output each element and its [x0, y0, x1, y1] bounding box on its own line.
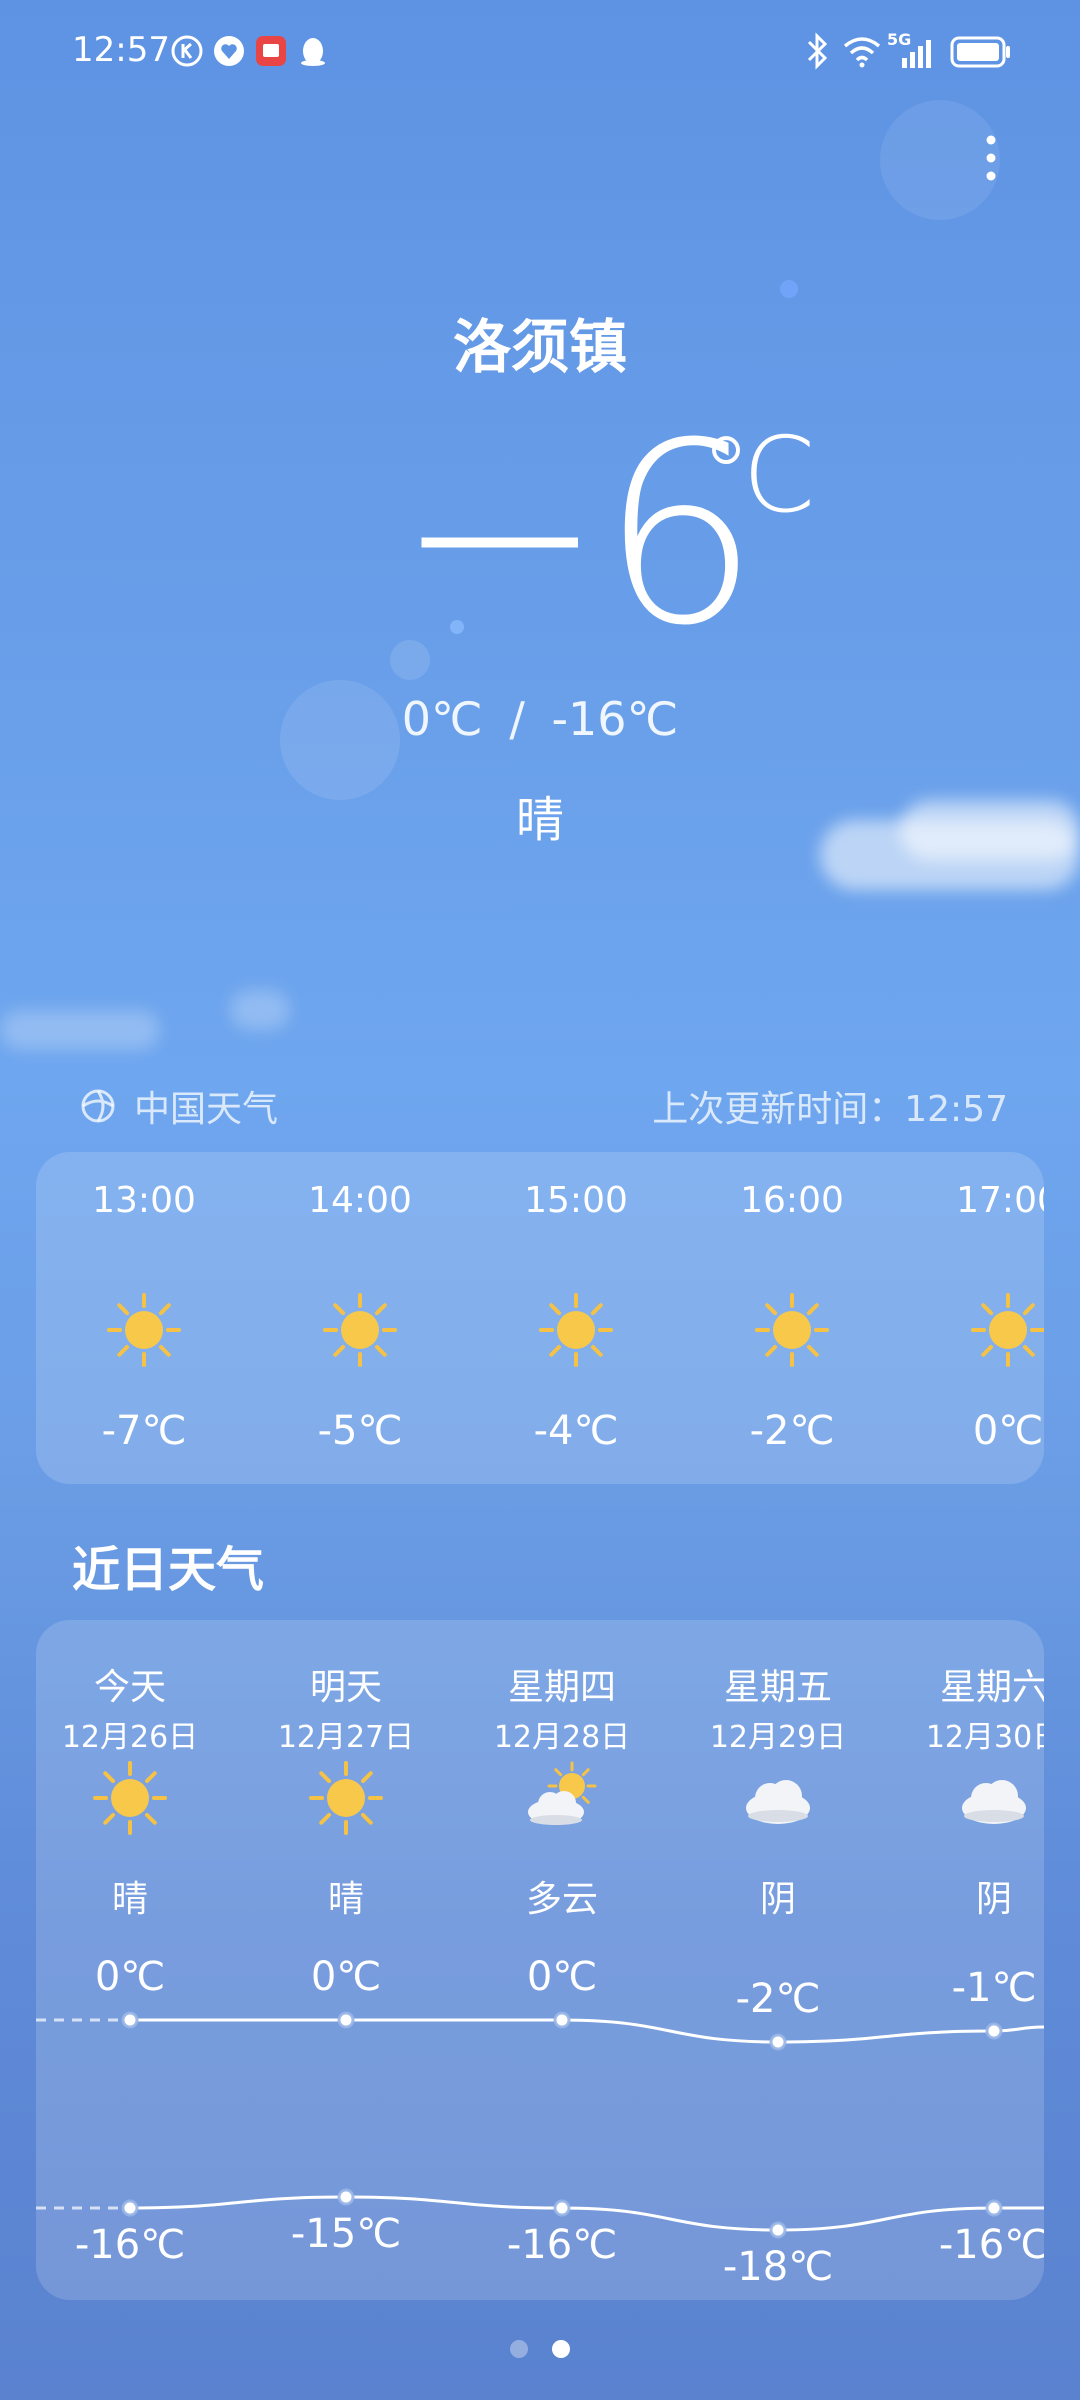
daily-icon-wrap — [92, 1760, 168, 1836]
daily-high: 0℃ — [94, 1954, 166, 2000]
more-menu-button[interactable] — [975, 130, 1015, 200]
status-bar: 12:57 5G — [0, 0, 1080, 100]
hourly-icon-wrap — [970, 1292, 1044, 1368]
daily-icon-wrap — [956, 1760, 1032, 1836]
hourly-temp: -2℃ — [749, 1408, 835, 1454]
source-name: 中国天气 — [134, 1089, 279, 1130]
sun-icon — [107, 1293, 181, 1367]
hourly-time: 13:00 — [92, 1180, 196, 1221]
hourly-temp: -5℃ — [317, 1408, 403, 1454]
high-point — [121, 2011, 139, 2029]
low-point — [985, 2199, 1003, 2217]
red-app-icon — [256, 36, 286, 66]
range-separator: / — [509, 692, 525, 746]
k-circle-icon — [171, 35, 203, 67]
high-point — [769, 2033, 787, 2051]
today-low: -16℃ — [551, 692, 679, 746]
daily-high: -2℃ — [735, 1976, 821, 2022]
today-range: 0℃ / -16℃ — [0, 692, 1080, 746]
battery-icon — [950, 36, 1010, 68]
lens-flare — [780, 280, 798, 298]
daily-day-name: 星期六 — [939, 1667, 1044, 1708]
daily-condition: 阴 — [975, 1879, 1012, 1920]
cloud-icon — [962, 1780, 1026, 1824]
weather-source: 中国天气 — [78, 1080, 278, 1132]
daily-day-name: 明天 — [309, 1667, 382, 1708]
high-temp-line — [130, 2018, 1044, 2044]
daily-low: -16℃ — [506, 2222, 618, 2268]
temperature-unit: ℃ — [700, 414, 817, 536]
wifi-icon — [843, 37, 881, 68]
sun-icon — [755, 1293, 829, 1367]
daily-icon-wrap — [740, 1760, 816, 1836]
high-point — [337, 2011, 355, 2029]
daily-icon-wrap — [308, 1760, 384, 1836]
daily-high: 0℃ — [526, 1954, 598, 2000]
daily-day-name: 今天 — [93, 1667, 166, 1708]
daily-high: -1℃ — [951, 1965, 1037, 2011]
low-point — [553, 2199, 571, 2217]
hourly-time: 17:00 — [956, 1180, 1044, 1221]
daily-low: -16℃ — [938, 2222, 1044, 2268]
current-condition: 晴 — [515, 792, 564, 848]
hourly-temp: -7℃ — [101, 1408, 187, 1454]
update-time: 12:57 — [904, 1089, 1008, 1130]
page-indicator — [0, 2340, 1080, 2364]
low-point — [769, 2221, 787, 2239]
daily-forecast-card[interactable]: 今天 12月26日晴 0℃ -16℃ 明天 12月27日晴 0℃ -15℃ 星期四 12月28日 … — [36, 1620, 1044, 2300]
background-cloud — [230, 990, 290, 1030]
hourly-time: 16:00 — [740, 1180, 844, 1221]
daily-high: 0℃ — [310, 1954, 382, 2000]
daily-icon-wrap — [524, 1760, 600, 1836]
daily-condition: 多云 — [525, 1879, 598, 1920]
daily-forecast-title: 近日天气 — [72, 1542, 265, 1598]
sun-icon — [93, 1761, 167, 1835]
hourly-icon-wrap — [322, 1292, 398, 1368]
city-name: 洛须镇 — [452, 313, 627, 381]
cloud-icon — [746, 1780, 810, 1824]
daily-date: 12月27日 — [277, 1720, 415, 1755]
daily-low: -15℃ — [290, 2211, 402, 2257]
low-point — [121, 2199, 139, 2217]
sun-icon — [323, 1293, 397, 1367]
today-high: 0℃ — [401, 692, 483, 746]
last-update: 上次更新时间：12:57 — [652, 1080, 1008, 1132]
hourly-icon-wrap — [538, 1292, 614, 1368]
sun-icon — [309, 1761, 383, 1835]
daily-low: -18℃ — [722, 2244, 834, 2290]
daily-date: 12月29日 — [709, 1720, 847, 1755]
hourly-temp: -4℃ — [533, 1408, 619, 1454]
daily-condition: 晴 — [327, 1879, 364, 1920]
hourly-icon-wrap — [106, 1292, 182, 1368]
page-dot[interactable] — [510, 2340, 528, 2358]
daily-date: 12月26日 — [61, 1720, 199, 1755]
hourly-temp: 0℃ — [972, 1408, 1044, 1454]
daily-day-name: 星期五 — [723, 1667, 832, 1708]
daily-condition: 晴 — [111, 1879, 148, 1920]
low-point — [337, 2188, 355, 2206]
bluetooth-icon — [807, 32, 828, 70]
heart-shield-icon — [214, 36, 244, 66]
sun-icon — [539, 1293, 613, 1367]
high-point — [553, 2011, 571, 2029]
hourly-icon-wrap — [754, 1292, 830, 1368]
daily-condition: 阴 — [759, 1879, 796, 1920]
hourly-forecast-card[interactable]: 13:00 -7℃ 14:00 -5℃ 15:00 -4℃ 16:00 -2℃ 17:00 0℃ — [36, 1152, 1044, 1484]
china-weather-logo-icon — [81, 1089, 115, 1123]
sun-icon — [971, 1293, 1044, 1367]
hourly-time: 15:00 — [524, 1180, 628, 1221]
status-time: 12:57 — [72, 30, 170, 70]
hourly-time: 14:00 — [308, 1180, 412, 1221]
daily-date: 12月30日 — [925, 1720, 1044, 1755]
daily-date: 12月28日 — [493, 1720, 631, 1755]
background-cloud — [0, 1010, 160, 1050]
signal-icon — [902, 40, 931, 68]
high-point — [985, 2022, 1003, 2040]
daily-day-name: 星期四 — [507, 1667, 616, 1708]
partly-cloudy-icon — [528, 1761, 597, 1825]
page-dot-active[interactable] — [552, 2340, 570, 2358]
update-label: 上次更新时间： — [652, 1089, 905, 1130]
qq-penguin-icon — [301, 38, 325, 66]
daily-low: -16℃ — [74, 2222, 186, 2268]
